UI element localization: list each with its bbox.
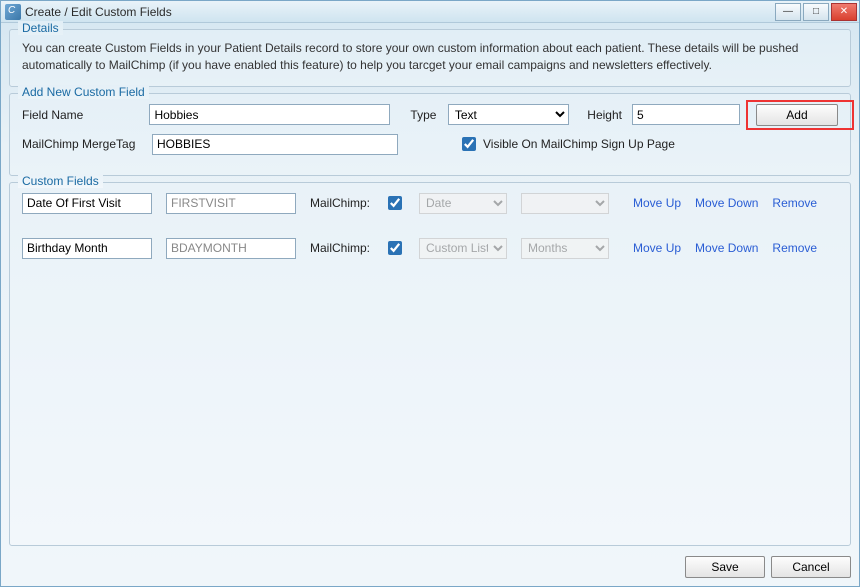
cf-remove-0[interactable]: Remove xyxy=(772,196,817,210)
close-button[interactable]: ✕ xyxy=(831,3,857,21)
window-buttons: — □ ✕ xyxy=(775,3,857,21)
cf-mc-label-0: MailChimp: xyxy=(310,196,370,210)
field-name-input[interactable] xyxy=(149,104,390,125)
visible-checkbox[interactable] xyxy=(462,137,476,151)
visible-label: Visible On MailChimp Sign Up Page xyxy=(483,137,675,151)
add-new-legend: Add New Custom Field xyxy=(18,85,149,99)
minimize-button[interactable]: — xyxy=(775,3,801,21)
type-select[interactable]: Text xyxy=(448,104,569,125)
maximize-button[interactable]: □ xyxy=(803,3,829,21)
mergetag-label: MailChimp MergeTag xyxy=(22,137,142,151)
cf-type-select-1: Custom List xyxy=(419,238,507,259)
cancel-button[interactable]: Cancel xyxy=(771,556,851,578)
custom-field-row-1: MailChimp: Custom List Months Move Up Mo… xyxy=(22,238,838,259)
save-button[interactable]: Save xyxy=(685,556,765,578)
cf-mergetag-1 xyxy=(166,238,296,259)
cf-name-input-1[interactable] xyxy=(22,238,152,259)
details-group: Details You can create Custom Fields in … xyxy=(9,29,851,87)
add-new-group: Add New Custom Field Field Name Type Tex… xyxy=(9,93,851,176)
add-new-row-1: Field Name Type Text Height Add xyxy=(22,104,838,126)
add-button[interactable]: Add xyxy=(756,104,838,126)
cf-mergetag-0 xyxy=(166,193,296,214)
mergetag-input[interactable] xyxy=(152,134,398,155)
content: Details You can create Custom Fields in … xyxy=(1,23,859,586)
height-label: Height xyxy=(587,108,622,122)
window-title: Create / Edit Custom Fields xyxy=(25,5,775,19)
cf-extra-select-0 xyxy=(521,193,609,214)
add-new-row-2: MailChimp MergeTag Visible On MailChimp … xyxy=(22,134,838,155)
details-legend: Details xyxy=(18,21,63,35)
details-text: You can create Custom Fields in your Pat… xyxy=(22,40,838,74)
cf-remove-1[interactable]: Remove xyxy=(772,241,817,255)
cf-movedown-0[interactable]: Move Down xyxy=(695,196,758,210)
visible-checkbox-wrap: Visible On MailChimp Sign Up Page xyxy=(458,134,675,154)
custom-fields-legend: Custom Fields xyxy=(18,174,103,188)
custom-fields-group: Custom Fields MailChimp: Date Move Up Mo… xyxy=(9,182,851,546)
cf-mc-checkbox-0[interactable] xyxy=(388,196,402,210)
footer: Save Cancel xyxy=(9,552,851,578)
cf-moveup-1[interactable]: Move Up xyxy=(633,241,681,255)
titlebar: Create / Edit Custom Fields — □ ✕ xyxy=(1,1,859,23)
app-icon xyxy=(5,4,21,20)
cf-type-select-0: Date xyxy=(419,193,507,214)
cf-extra-select-1: Months xyxy=(521,238,609,259)
window: Create / Edit Custom Fields — □ ✕ Detail… xyxy=(0,0,860,587)
type-label: Type xyxy=(410,108,437,122)
custom-field-row-0: MailChimp: Date Move Up Move Down Remove xyxy=(22,193,838,214)
cf-movedown-1[interactable]: Move Down xyxy=(695,241,758,255)
cf-moveup-0[interactable]: Move Up xyxy=(633,196,681,210)
cf-mc-label-1: MailChimp: xyxy=(310,241,370,255)
height-input[interactable] xyxy=(632,104,740,125)
cf-mc-checkbox-1[interactable] xyxy=(388,241,402,255)
field-name-label: Field Name xyxy=(22,108,139,122)
cf-name-input-0[interactable] xyxy=(22,193,152,214)
